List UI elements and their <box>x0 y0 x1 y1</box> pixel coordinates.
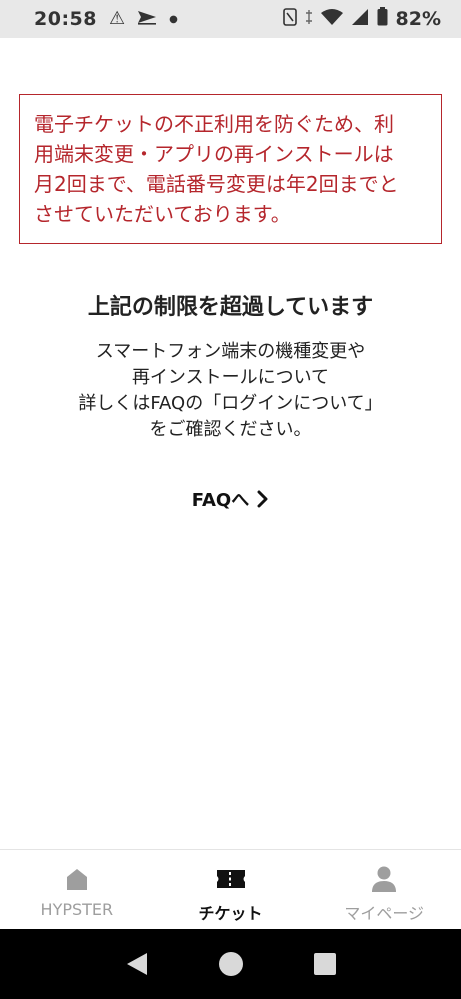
status-time: 20:58 <box>34 8 97 30</box>
description: スマートフォン端末の機種変更や 再インストールについて 詳しくはFAQの「ログイ… <box>0 339 461 443</box>
status-bar: 20:58 ⚠ ● 82% <box>0 0 461 38</box>
screen: 20:58 ⚠ ● 82% 電子チケットの不正利用を防ぐため、利 用端末変更・ア… <box>0 0 461 999</box>
faq-link-label: FAQへ <box>191 490 250 511</box>
description-line: スマートフォン端末の機種変更や <box>95 341 366 362</box>
home-icon <box>64 864 90 894</box>
faq-link[interactable]: FAQへ <box>0 486 461 512</box>
warning-line: 電子チケットの不正利用を防ぐため、利 <box>34 112 394 136</box>
wifi-icon <box>320 8 343 31</box>
warning-icon: ⚠ <box>108 8 126 29</box>
description-line: 再インストールについて <box>131 367 330 388</box>
chevron-right-icon <box>257 490 269 508</box>
description-line: 詳しくはFAQの「ログインについて」 <box>78 393 383 414</box>
ticket-icon <box>216 864 246 894</box>
warning-box: 電子チケットの不正利用を防ぐため、利 用端末変更・アプリの再インストールは 月2… <box>19 94 442 244</box>
battery-icon <box>377 7 388 31</box>
status-left: 20:58 ⚠ ● <box>34 8 178 30</box>
home-circle-icon[interactable] <box>218 951 244 977</box>
warning-line: させていただいております。 <box>34 202 291 226</box>
nav-label-hypster: HYPSTER <box>40 900 114 919</box>
warning-line: 用端末変更・アプリの再インストールは <box>34 142 394 166</box>
dot-icon: ● <box>169 13 178 25</box>
nav-label-ticket: チケット <box>198 904 263 923</box>
back-icon[interactable] <box>125 951 149 977</box>
android-nav-bar <box>0 929 461 999</box>
battery-percent: 82% <box>395 8 441 30</box>
vibrate-icon <box>305 9 313 29</box>
recents-icon[interactable] <box>313 952 337 976</box>
page-title: 上記の制限を超過しています <box>87 295 374 320</box>
bottom-nav: HYPSTER チケット マイページ <box>0 849 461 929</box>
user-icon <box>371 864 397 894</box>
nav-label-mypage: マイページ <box>344 904 425 923</box>
signal-icon <box>351 8 369 31</box>
send-icon <box>137 9 157 29</box>
nav-item-mypage[interactable]: マイページ <box>307 850 461 929</box>
warning-line: 月2回まで、電話番号変更は年2回までと <box>34 172 399 196</box>
nfc-icon <box>282 7 297 31</box>
nav-item-hypster[interactable]: HYPSTER <box>0 850 154 929</box>
status-right: 82% <box>282 7 441 31</box>
description-line: をご確認ください。 <box>149 419 312 440</box>
nav-item-ticket[interactable]: チケット <box>154 850 308 929</box>
